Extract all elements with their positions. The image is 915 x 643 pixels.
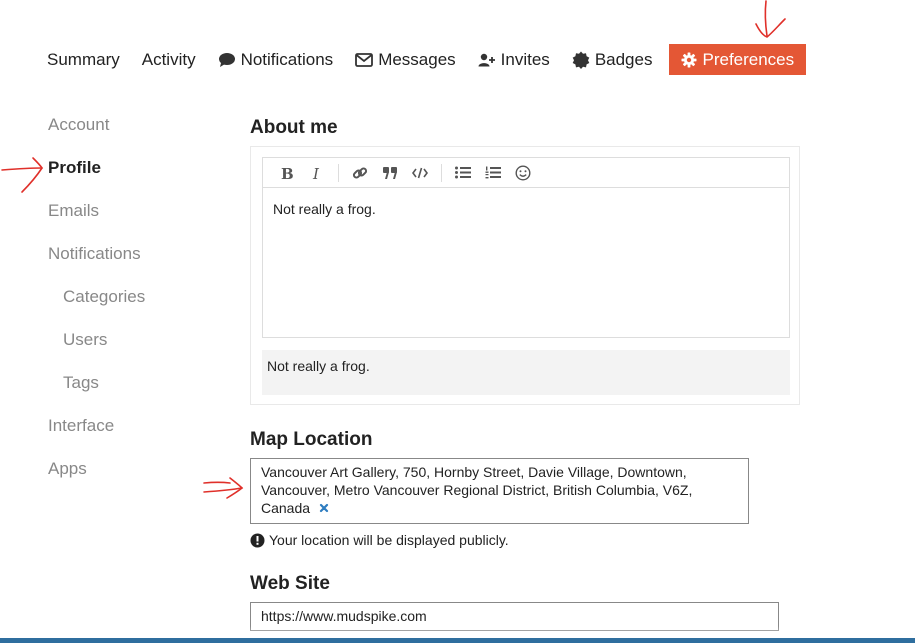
bullet-list-button[interactable] [448, 158, 478, 187]
nav-preferences[interactable]: Preferences [669, 44, 807, 75]
website-input[interactable]: https://www.mudspike.com [250, 602, 779, 631]
sidebar-item-profile[interactable]: Profile [48, 148, 228, 191]
nav-badges-label: Badges [594, 49, 653, 69]
nav-messages-label: Messages [378, 49, 456, 69]
quote-icon [383, 166, 397, 179]
exclamation-circle-icon [250, 533, 265, 547]
about-me-preview: Not really a frog. [262, 350, 790, 395]
certificate-icon [572, 51, 590, 69]
nav-badges[interactable]: Badges [561, 44, 664, 75]
toolbar-divider [338, 163, 339, 182]
close-icon [319, 504, 329, 513]
nav-invites-label: Invites [500, 49, 550, 69]
annotation-arrow-profile-icon [1, 157, 43, 193]
envelope-icon [355, 52, 374, 67]
svg-text:B: B [281, 166, 293, 180]
sidebar-item-notifications[interactable]: Notifications [48, 234, 228, 277]
comment-icon [218, 52, 235, 67]
nav-summary-label: Summary [47, 49, 120, 69]
annotation-arrow-map-icon [203, 477, 244, 499]
location-notice: Your location will be displayed publicly… [250, 532, 509, 548]
sidebar-item-account[interactable]: Account [48, 105, 228, 148]
map-location-field[interactable]: Vancouver Art Gallery, 750, Hornby Stree… [250, 458, 749, 524]
sidebar-item-categories[interactable]: Categories [48, 277, 228, 320]
italic-button[interactable]: I [302, 158, 332, 187]
bold-button[interactable]: B [272, 158, 302, 187]
list-ul-icon [455, 166, 471, 179]
nav-preferences-label: Preferences [702, 49, 795, 69]
website-heading: Web Site [250, 573, 330, 594]
numbered-list-button[interactable] [478, 158, 508, 187]
nav-messages[interactable]: Messages [344, 44, 466, 75]
about-me-textarea[interactable]: Not really a frog. [262, 187, 790, 338]
nav-invites[interactable]: Invites [467, 44, 561, 75]
sidebar-item-emails[interactable]: Emails [48, 191, 228, 234]
about-me-editor: B I Not really a frog. Not really a frog… [250, 146, 800, 405]
italic-icon: I [312, 166, 320, 180]
nav-summary[interactable]: Summary [36, 44, 131, 75]
nav-activity[interactable]: Activity [131, 44, 207, 75]
bold-icon: B [281, 166, 293, 180]
smile-icon [515, 164, 531, 181]
list-ol-icon [485, 166, 501, 179]
quote-button[interactable] [375, 158, 405, 187]
toolbar-divider [441, 163, 442, 182]
preferences-sidebar: Account Profile Emails Notifications Cat… [48, 105, 228, 492]
about-me-heading: About me [250, 117, 338, 138]
nav-activity-label: Activity [141, 49, 196, 69]
nav-notifications-label: Notifications [240, 49, 334, 69]
code-button[interactable] [405, 158, 435, 187]
sidebar-item-users[interactable]: Users [48, 320, 228, 363]
cog-icon [681, 52, 697, 67]
map-location-heading: Map Location [250, 429, 373, 450]
sidebar-item-interface[interactable]: Interface [48, 406, 228, 449]
bottom-border [0, 638, 915, 643]
link-icon [352, 166, 368, 179]
user-plus-icon [478, 53, 495, 66]
location-notice-text: Your location will be displayed publicly… [269, 532, 509, 548]
user-nav: Summary Activity Notifications Messages … [36, 44, 807, 75]
emoji-button[interactable] [508, 158, 538, 187]
annotation-arrow-down-icon [755, 0, 786, 38]
code-icon [412, 167, 428, 178]
svg-text:I: I [312, 166, 320, 180]
editor-toolbar: B I [262, 157, 790, 188]
nav-notifications[interactable]: Notifications [207, 44, 345, 75]
sidebar-item-tags[interactable]: Tags [48, 363, 228, 406]
remove-location-button[interactable] [316, 500, 332, 516]
link-button[interactable] [345, 158, 375, 187]
